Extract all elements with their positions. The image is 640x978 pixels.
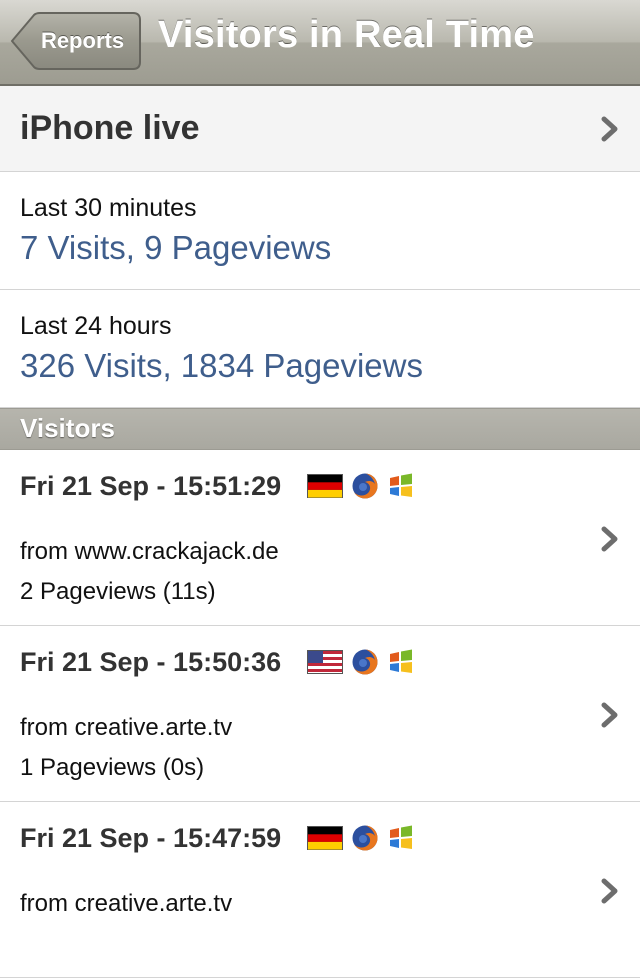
chevron-right-icon [601, 878, 618, 904]
windows-icon [390, 649, 413, 673]
visit-time: Fri 21 Sep - 15:47:59 [20, 822, 282, 853]
back-button-label: Reports [40, 28, 125, 53]
stat-value: 7 Visits, 9 Pageviews [20, 229, 332, 266]
windows-icon [390, 473, 413, 497]
site-row[interactable]: iPhone live [0, 86, 640, 172]
windows-icon [390, 825, 413, 849]
stat-row-30min: Last 30 minutes 7 Visits, 9 Pageviews [0, 172, 640, 290]
section-header-visitors: Visitors [0, 408, 640, 450]
chevron-right-icon [601, 702, 618, 728]
visit-time: Fri 21 Sep - 15:50:36 [20, 646, 282, 677]
firefox-icon [352, 473, 378, 499]
page-title: Visitors in Real Time [158, 14, 535, 56]
stat-caption: Last 24 hours [20, 312, 172, 340]
visit-pageviews: 1 Pageviews (0s) [20, 754, 205, 781]
stat-value: 326 Visits, 1834 Pageviews [20, 347, 423, 384]
firefox-icon [352, 825, 378, 851]
visit-time: Fri 21 Sep - 15:51:29 [20, 470, 282, 501]
visit-referrer: from creative.arte.tv [20, 714, 233, 741]
visitor-row[interactable]: Fri 21 Sep - 15:47:59 from creative.arte… [0, 802, 640, 978]
chevron-right-icon [601, 116, 618, 141]
visitor-row[interactable]: Fri 21 Sep - 15:50:36 from creative.arte… [0, 626, 640, 802]
usa-flag-icon [307, 650, 344, 674]
visit-pageviews: 2 Pageviews (11s) [20, 578, 216, 605]
chevron-right-icon [601, 526, 618, 552]
germany-flag-icon [307, 826, 344, 850]
navigation-bar: Reports Visitors in Real Time [0, 0, 640, 86]
germany-flag-icon [307, 474, 344, 498]
firefox-icon [352, 649, 378, 675]
site-label: iPhone live [20, 109, 200, 147]
stat-row-24h: Last 24 hours 326 Visits, 1834 Pageviews [0, 290, 640, 408]
visit-referrer: from www.crackajack.de [20, 538, 279, 565]
visit-referrer: from creative.arte.tv [20, 890, 233, 917]
stat-caption: Last 30 minutes [20, 194, 197, 222]
back-button[interactable]: Reports [10, 12, 141, 70]
visitor-row[interactable]: Fri 21 Sep - 15:51:29 from www.crackajac… [0, 450, 640, 626]
